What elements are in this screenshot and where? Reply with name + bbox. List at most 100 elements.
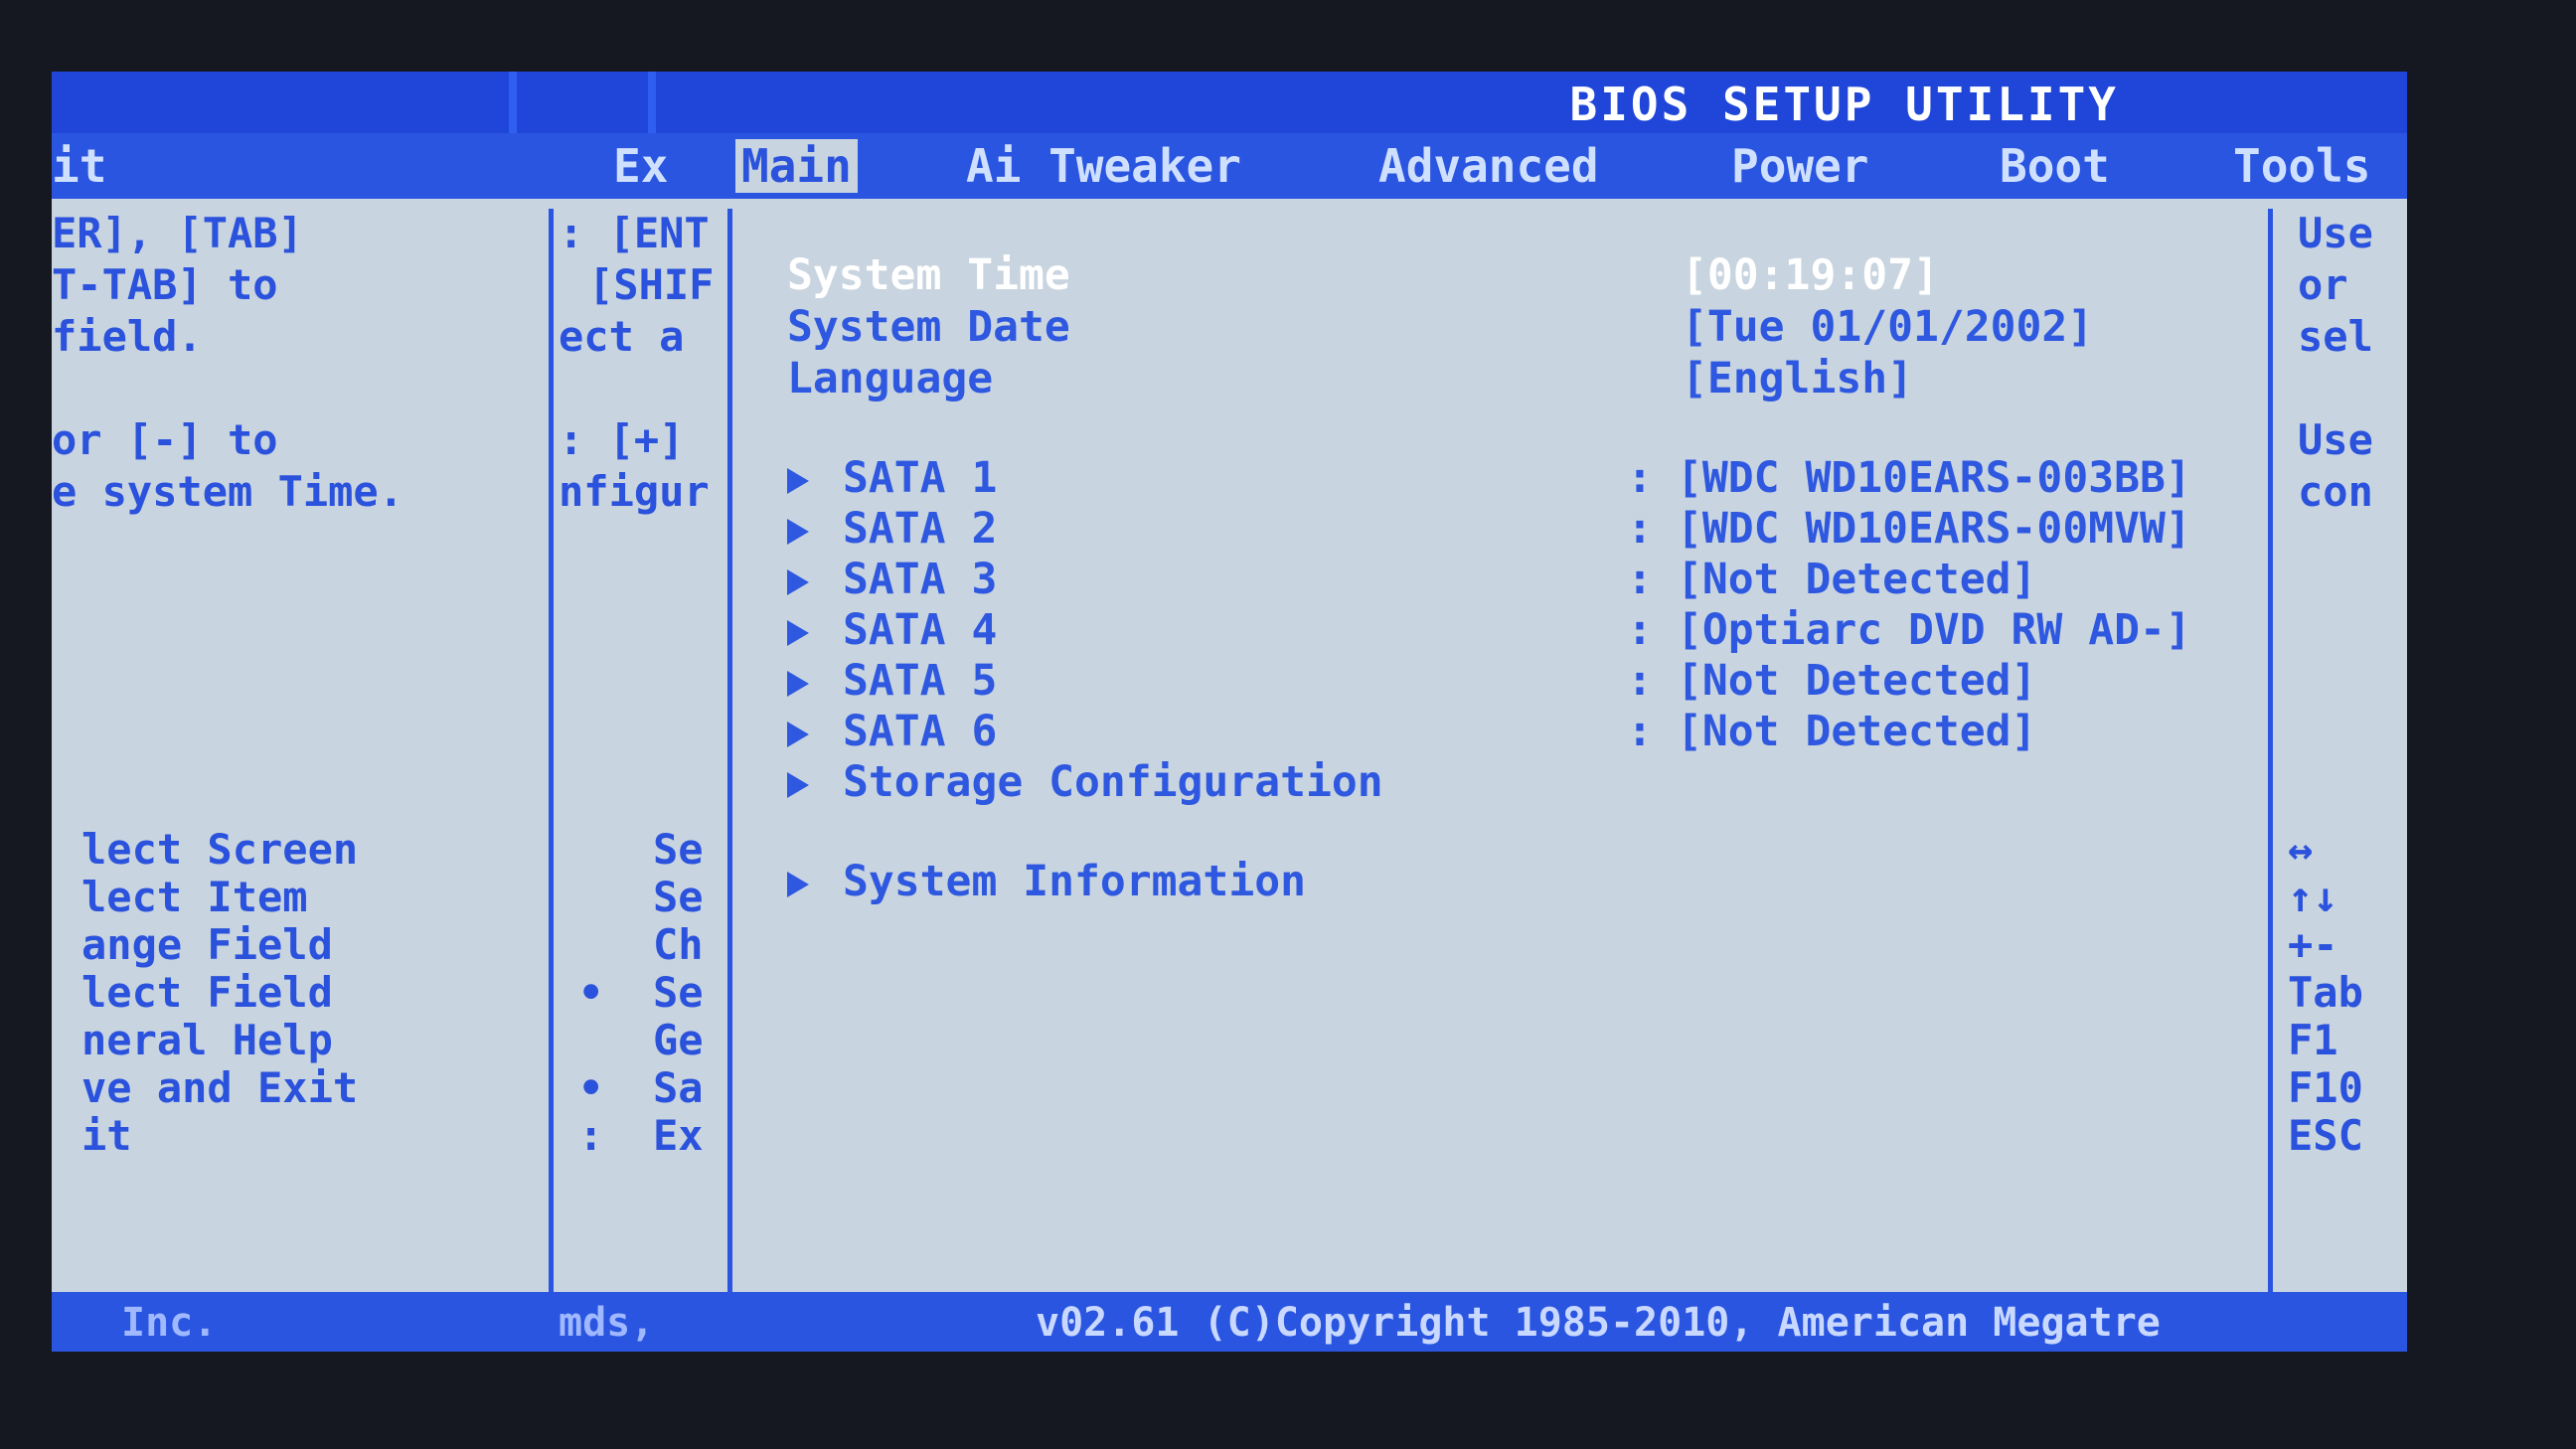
key-help-line: ange Field [81, 920, 333, 969]
sata-label: SATA 2 [843, 504, 998, 554]
sata-label: SATA 5 [843, 656, 998, 706]
submenu-arrow-icon [787, 568, 809, 595]
separator-colon: : [1627, 555, 1653, 604]
key-help-line: F10 [2288, 1063, 2363, 1112]
tab-ex-partial[interactable]: Ex [613, 139, 668, 193]
key-help-line: ESC [2288, 1111, 2363, 1160]
key-help-line: Ch [653, 920, 704, 969]
left-right-arrow-icon: ↔ [2288, 825, 2314, 874]
storage-configuration-label: Storage Configuration [843, 757, 1383, 807]
sata-5-item[interactable]: SATA 5 [787, 656, 997, 706]
system-date-value[interactable]: [Tue 01/01/2002] [1682, 302, 2093, 352]
title-bar-divider [509, 72, 517, 133]
key-help-line: ve and Exit [81, 1063, 359, 1112]
tab-power[interactable]: Power [1731, 139, 1868, 193]
system-time-text: [00:19:07] [1682, 250, 1939, 300]
sata-6-value: [Not Detected] [1677, 707, 2037, 756]
main-settings-panel: System Time [00:19:07] System Date [Tue … [737, 209, 2268, 1327]
system-time-label[interactable]: System Time [787, 250, 1070, 300]
key-help-line: Ge [653, 1016, 704, 1064]
help-line: sel [2298, 312, 2373, 361]
key-help-line: neral Help [81, 1016, 333, 1064]
sata-label: SATA 1 [843, 453, 998, 503]
sata-3-value: [Not Detected] [1677, 555, 2037, 604]
help-line: or [-] to [52, 415, 278, 464]
help-line: ect a [559, 312, 685, 361]
submenu-arrow-icon [787, 871, 809, 897]
bios-title: BIOS SETUP UTILITY [1569, 78, 2119, 131]
title-bar: BIOS SETUP UTILITY [52, 72, 2407, 133]
help-line: or [2298, 260, 2348, 309]
help-mark: • [578, 968, 604, 1017]
title-bar-divider [648, 72, 656, 133]
sata-4-value: [Optiarc DVD RW AD-] [1677, 605, 2191, 655]
footer-mid-text: mds, [559, 1300, 655, 1346]
mid-help-panel: : [ENT [SHIF ect a : [+] nfigur • • : Se… [559, 209, 727, 1327]
tab-tools[interactable]: Tools [2233, 139, 2370, 193]
sata-label: SATA 6 [843, 707, 998, 756]
sata-2-value: [WDC WD10EARS-00MVW] [1677, 504, 2191, 554]
submenu-arrow-icon [787, 670, 809, 697]
sata-label: SATA 4 [843, 605, 998, 655]
key-help-line: Tab [2288, 968, 2363, 1017]
system-date-label[interactable]: System Date [787, 302, 1070, 352]
help-line: field. [52, 312, 203, 361]
help-line: : [ENT [559, 209, 710, 257]
help-line: [SHIF [588, 260, 715, 309]
tab-boot[interactable]: Boot [2000, 139, 2110, 193]
up-down-arrow-icon: ↑↓ [2288, 873, 2338, 921]
sata-1-value: [WDC WD10EARS-003BB] [1677, 453, 2191, 503]
key-help-line: it [81, 1111, 132, 1160]
tab-advanced[interactable]: Advanced [1378, 139, 1599, 193]
key-help-line: Se [653, 873, 704, 921]
key-help-line: lect Field [81, 968, 333, 1017]
tab-ai-tweaker[interactable]: Ai Tweaker [966, 139, 1241, 193]
separator-colon: : [1627, 605, 1653, 655]
help-line: Use [2298, 415, 2373, 464]
key-help-line: lect Item [81, 873, 308, 921]
help-mark: • [578, 1063, 604, 1112]
tab-main[interactable]: Main [735, 139, 858, 193]
separator-colon: : [1627, 656, 1653, 706]
panel-divider [727, 209, 732, 1327]
panel-divider [2268, 209, 2273, 1327]
key-help-line: lect Screen [81, 825, 359, 874]
storage-configuration-item[interactable]: Storage Configuration [787, 757, 1383, 807]
submenu-arrow-icon [787, 721, 809, 747]
sata-1-item[interactable]: SATA 1 [787, 453, 997, 503]
separator-colon: : [1627, 453, 1653, 503]
right-help-panel: Use or sel Use con ↔ ↑↓ +- Tab F1 F10 ES… [2278, 209, 2407, 1327]
submenu-arrow-icon [787, 518, 809, 545]
help-line: ER], [TAB] [52, 209, 303, 257]
left-help-panel: ER], [TAB] T-TAB] to field. or [-] to e … [52, 209, 549, 1327]
key-help-line: Se [653, 968, 704, 1017]
key-help-line: +- [2288, 920, 2338, 969]
tab-bar: it Ex Main Ai Tweaker Advanced Power Boo… [52, 133, 2407, 199]
system-information-label: System Information [843, 857, 1306, 906]
sata-4-item[interactable]: SATA 4 [787, 605, 997, 655]
sata-3-item[interactable]: SATA 3 [787, 555, 997, 604]
separator-colon: : [1627, 707, 1653, 756]
tab-exit-partial[interactable]: it [52, 139, 106, 193]
footer-bar: Inc. mds, v02.61 (C)Copyright 1985-2010,… [52, 1292, 2407, 1352]
key-help-line: Se [653, 825, 704, 874]
sata-2-item[interactable]: SATA 2 [787, 504, 997, 554]
system-information-item[interactable]: System Information [787, 857, 1306, 906]
submenu-arrow-icon [787, 771, 809, 798]
key-help-line: Ex [653, 1111, 704, 1160]
help-line: T-TAB] to [52, 260, 278, 309]
separator-colon: : [1627, 504, 1653, 554]
help-mark: : [578, 1111, 604, 1160]
sata-6-item[interactable]: SATA 6 [787, 707, 997, 756]
system-time-value[interactable]: [00:19:07] [1682, 250, 1939, 300]
language-label[interactable]: Language [787, 354, 993, 403]
help-line: e system Time. [52, 467, 404, 516]
submenu-arrow-icon [787, 467, 809, 494]
key-help-line: F1 [2288, 1016, 2338, 1064]
sata-label: SATA 3 [843, 555, 998, 604]
help-line: con [2298, 467, 2373, 516]
panel-divider [549, 209, 554, 1327]
key-help-line: Sa [653, 1063, 704, 1112]
language-value[interactable]: [English] [1682, 354, 1913, 403]
footer-left-text: Inc. [121, 1300, 218, 1346]
